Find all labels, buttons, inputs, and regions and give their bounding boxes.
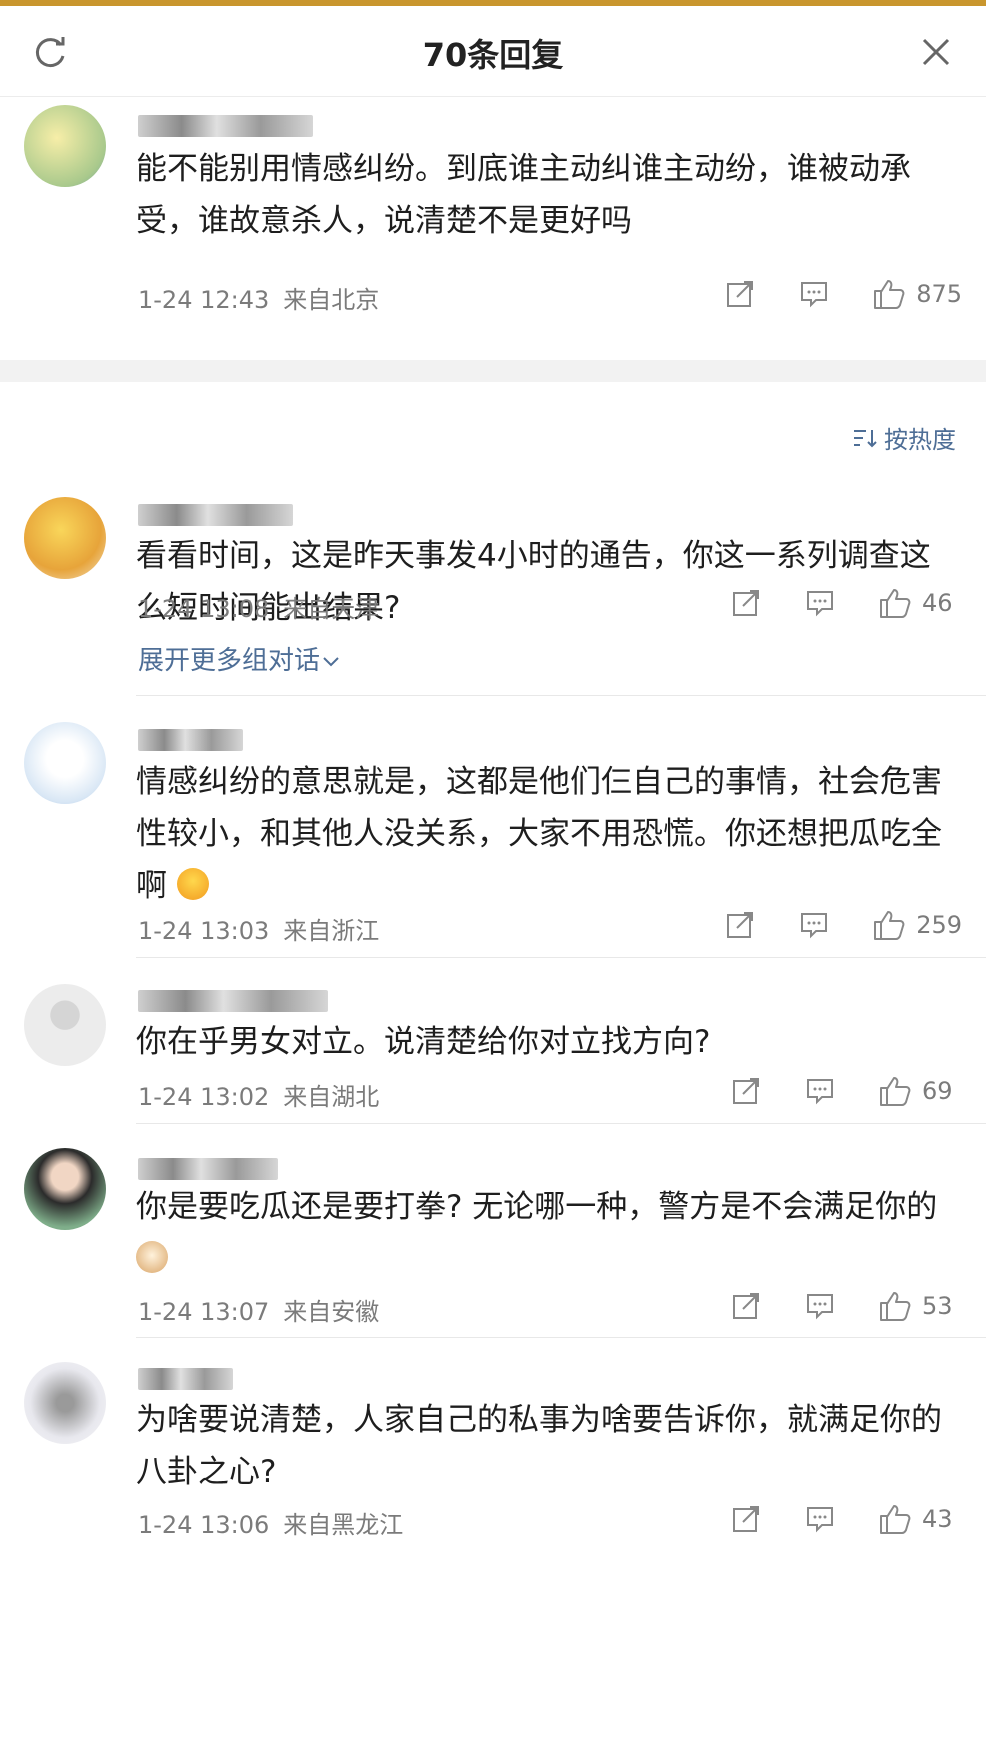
page-title: 70条回复 [422, 36, 564, 74]
comment-time: 1-24 12:43 [138, 286, 270, 314]
repost-icon[interactable] [724, 1497, 768, 1541]
comment-time: 1-24 13:03 [138, 917, 270, 945]
avatar[interactable] [24, 722, 106, 804]
laughing-emoji-icon [176, 868, 209, 900]
comment-location: 来自黑龙江 [283, 1511, 404, 1539]
comment-icon[interactable] [792, 903, 836, 947]
comment-meta: 1-24 13:06 来自黑龙江 [138, 1505, 417, 1540]
comment-meta: 1-24 13:08 来自天津 [138, 589, 393, 624]
avatar[interactable] [24, 1148, 106, 1230]
comment-meta: 1-24 12:43 来自北京 [138, 280, 393, 315]
cat-emoji-icon [136, 1241, 168, 1273]
username-blurred[interactable] [138, 1158, 278, 1180]
like-button[interactable]: 46 [878, 587, 962, 619]
like-button[interactable]: 259 [872, 909, 962, 941]
thumbs-up-icon [880, 1077, 911, 1106]
avatar[interactable] [24, 497, 106, 579]
comment-text-content: 情感纠纷的意思就是，这都是他们仨自己的事情，社会危害性较小，和其他人没关系，大家… [136, 764, 942, 904]
comment-icon[interactable] [792, 272, 836, 316]
like-button[interactable]: 53 [878, 1290, 962, 1322]
comment-text: 你是要吃瓜还是要打拳? 无论哪一种，警方是不会满足你的 [136, 1181, 958, 1285]
username-blurred[interactable] [138, 504, 293, 526]
like-count: 43 [922, 1505, 953, 1533]
comment-text: 情感纠纷的意思就是，这都是他们仨自己的事情，社会危害性较小，和其他人没关系，大家… [136, 756, 958, 912]
comment-location: 来自天津 [283, 595, 380, 623]
comment-location: 来自湖北 [283, 1083, 380, 1111]
avatar[interactable] [24, 1362, 106, 1444]
list-item: 看看时间，这是昨天事发4小时的通告，你这一系列调查这么短时间能出结果? 1-24… [0, 472, 986, 696]
list-item: 为啥要说清楚，人家自己的私事为啥要告诉你，就满足你的八卦之心? 1-24 13:… [0, 1338, 986, 1745]
comment-text-content: 你是要吃瓜还是要打拳? 无论哪一种，警方是不会满足你的 [136, 1189, 938, 1225]
list-item: 你是要吃瓜还是要打拳? 无论哪一种，警方是不会满足你的 1-24 13:07 来自… [0, 1124, 986, 1338]
repost-icon[interactable] [718, 903, 762, 947]
comment-location: 来自浙江 [283, 917, 380, 945]
section-gap [0, 360, 986, 382]
action-bar: 43 [724, 1497, 962, 1541]
comment-time: 1-24 13:07 [138, 1298, 270, 1326]
like-count: 69 [922, 1077, 953, 1105]
comment-icon[interactable] [798, 581, 842, 625]
thumbs-up-icon [880, 1505, 911, 1534]
sort-bar: 按热度 [0, 382, 986, 472]
comment-location: 来自安徽 [283, 1298, 380, 1326]
list-item: 情感纠纷的意思就是，这都是他们仨自己的事情，社会危害性较小，和其他人没关系，大家… [0, 696, 986, 958]
like-count: 46 [922, 589, 953, 617]
comment-meta: 1-24 13:03 来自浙江 [138, 911, 393, 946]
comment-icon[interactable] [798, 1284, 842, 1328]
action-bar: 46 [724, 581, 962, 625]
thumbs-up-icon [874, 280, 905, 309]
like-count: 259 [916, 911, 962, 939]
username-blurred[interactable] [138, 115, 313, 137]
thumbs-up-icon [874, 911, 905, 940]
username-blurred[interactable] [138, 1368, 233, 1390]
root-comment: 能不能别用情感纠纷。到底谁主动纠谁主动纷，谁被动承受，谁故意杀人，说清楚不是更好… [0, 97, 986, 360]
comment-icon[interactable] [798, 1069, 842, 1113]
repost-icon[interactable] [718, 272, 762, 316]
like-button[interactable]: 875 [872, 278, 962, 310]
close-icon[interactable] [916, 32, 956, 72]
comment-time: 1-24 13:02 [138, 1083, 270, 1111]
comment-icon[interactable] [798, 1497, 842, 1541]
thumbs-up-icon [880, 589, 911, 618]
action-bar: 259 [718, 903, 962, 947]
sort-by-hot-button[interactable]: 按热度 [852, 420, 956, 455]
comment-text: 能不能别用情感纠纷。到底谁主动纠谁主动纷，谁被动承受，谁故意杀人，说清楚不是更好… [136, 151, 911, 239]
like-button[interactable]: 69 [878, 1075, 962, 1107]
comment-meta: 1-24 13:07 来自安徽 [138, 1292, 393, 1327]
like-button[interactable]: 43 [878, 1503, 962, 1535]
chevron-down-icon [323, 657, 339, 667]
like-count: 53 [922, 1292, 953, 1320]
comment-meta: 1-24 13:02 来自湖北 [138, 1077, 393, 1112]
username-blurred[interactable] [138, 729, 243, 751]
comment-time: 1-24 13:08 [138, 595, 270, 623]
sort-label: 按热度 [884, 426, 956, 454]
action-bar: 53 [724, 1284, 962, 1328]
avatar[interactable] [24, 105, 106, 187]
repost-icon[interactable] [724, 1069, 768, 1113]
avatar[interactable] [24, 984, 106, 1066]
expand-label: 展开更多组对话 [138, 646, 321, 676]
comment-location: 来自北京 [283, 286, 380, 314]
header: 70条回复 [0, 6, 986, 97]
sort-icon [854, 429, 877, 447]
list-item: 你在乎男女对立。说清楚给你对立找方向? 1-24 13:02 来自湖北 69 [0, 958, 986, 1124]
like-count: 875 [916, 280, 962, 308]
thumbs-up-icon [880, 1292, 911, 1321]
comment-time: 1-24 13:06 [138, 1511, 270, 1539]
comment-text: 为啥要说清楚，人家自己的私事为啥要告诉你，就满足你的八卦之心? [136, 1402, 942, 1490]
username-blurred[interactable] [138, 990, 328, 1012]
repost-icon[interactable] [724, 1284, 768, 1328]
repost-icon[interactable] [724, 581, 768, 625]
action-bar: 875 [718, 272, 962, 316]
expand-conversation-link[interactable]: 展开更多组对话 [138, 640, 340, 677]
action-bar: 69 [724, 1069, 962, 1113]
comment-text: 你在乎男女对立。说清楚给你对立找方向? [136, 1024, 711, 1060]
